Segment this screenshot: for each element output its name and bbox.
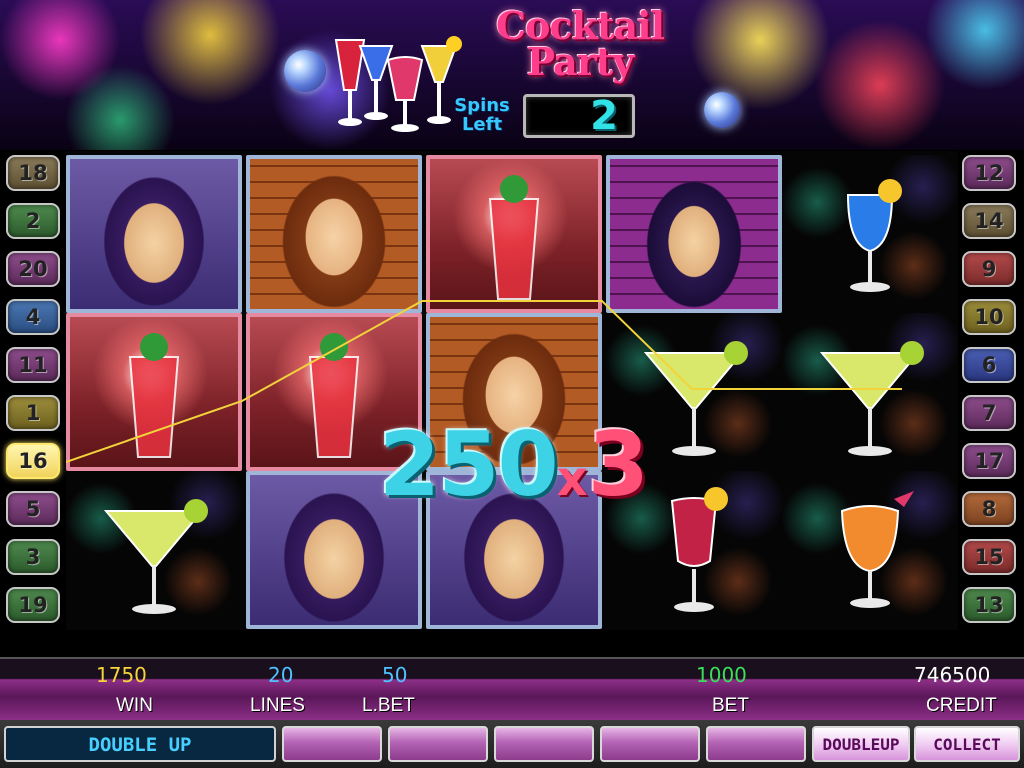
logo-glass-pink	[386, 56, 424, 132]
blank-button[interactable]	[282, 726, 382, 762]
win-line-amount: 250	[379, 413, 559, 516]
game-title: Cocktail Party	[465, 7, 695, 84]
lbet-label: L.BET	[362, 695, 415, 716]
line-marker[interactable]: 17	[962, 443, 1016, 479]
blank-button[interactable]	[706, 726, 806, 762]
line-marker[interactable]: 2	[6, 203, 60, 239]
logo-glass-blue	[358, 45, 394, 120]
spins-label-line1: Spins	[454, 95, 510, 116]
line-marker[interactable]: 5	[6, 491, 60, 527]
game-header: Cocktail Party Spins Left 2	[0, 0, 1024, 150]
spins-label-line2: Left	[461, 114, 503, 135]
line-marker-active[interactable]: 16	[6, 443, 60, 479]
line-marker[interactable]: 15	[962, 539, 1016, 575]
lines-value: 20	[268, 663, 294, 687]
lbet-value: 50	[382, 663, 408, 687]
win-multiplier-x: x	[556, 451, 588, 507]
win-label: WIN	[116, 695, 153, 716]
winning-payline	[66, 300, 902, 463]
reels-area	[66, 151, 958, 630]
line-marker[interactable]: 8	[962, 491, 1016, 527]
collect-button[interactable]: COLLECT	[914, 726, 1020, 762]
win-multiplier-display: 250x3	[374, 410, 654, 520]
line-marker[interactable]: 20	[6, 251, 60, 287]
logo-glass-red	[334, 39, 366, 126]
game-title-line2: Party	[526, 39, 635, 84]
disco-ball-icon	[284, 50, 326, 92]
line-marker[interactable]: 13	[962, 587, 1016, 623]
line-marker[interactable]: 11	[6, 347, 60, 383]
bet-label: BET	[712, 695, 749, 716]
line-marker[interactable]: 19	[6, 587, 60, 623]
win-multiplier-value: 3	[587, 413, 649, 516]
line-marker[interactable]: 12	[962, 155, 1016, 191]
line-marker[interactable]: 14	[962, 203, 1016, 239]
line-marker[interactable]: 9	[962, 251, 1016, 287]
doubleup-button[interactable]: DOUBLEUP	[812, 726, 910, 762]
spins-left-counter: 2	[523, 94, 635, 138]
credit-value: 746500	[914, 663, 991, 687]
line-marker[interactable]: 3	[6, 539, 60, 575]
line-marker[interactable]: 1	[6, 395, 60, 431]
spins-left-label: Spins Left	[446, 96, 518, 134]
double-up-button[interactable]: DOUBLE UP	[4, 726, 276, 762]
bet-value: 1000	[696, 663, 747, 687]
disco-ball-icon	[704, 92, 740, 128]
line-marker[interactable]: 4	[6, 299, 60, 335]
button-bar: DOUBLE UP DOUBLEUP COLLECT	[0, 720, 1024, 768]
win-value: 1750	[96, 663, 147, 687]
info-bar: 1750 WIN 20 LINES 50 L.BET 1000 BET 7465…	[0, 657, 1024, 720]
line-marker[interactable]: 10	[962, 299, 1016, 335]
line-marker[interactable]: 7	[962, 395, 1016, 431]
blank-button[interactable]	[388, 726, 488, 762]
blank-button[interactable]	[494, 726, 594, 762]
line-marker[interactable]: 18	[6, 155, 60, 191]
blank-button[interactable]	[600, 726, 700, 762]
credit-label: CREDIT	[926, 695, 997, 716]
line-marker[interactable]: 6	[962, 347, 1016, 383]
lines-label: LINES	[250, 695, 305, 716]
